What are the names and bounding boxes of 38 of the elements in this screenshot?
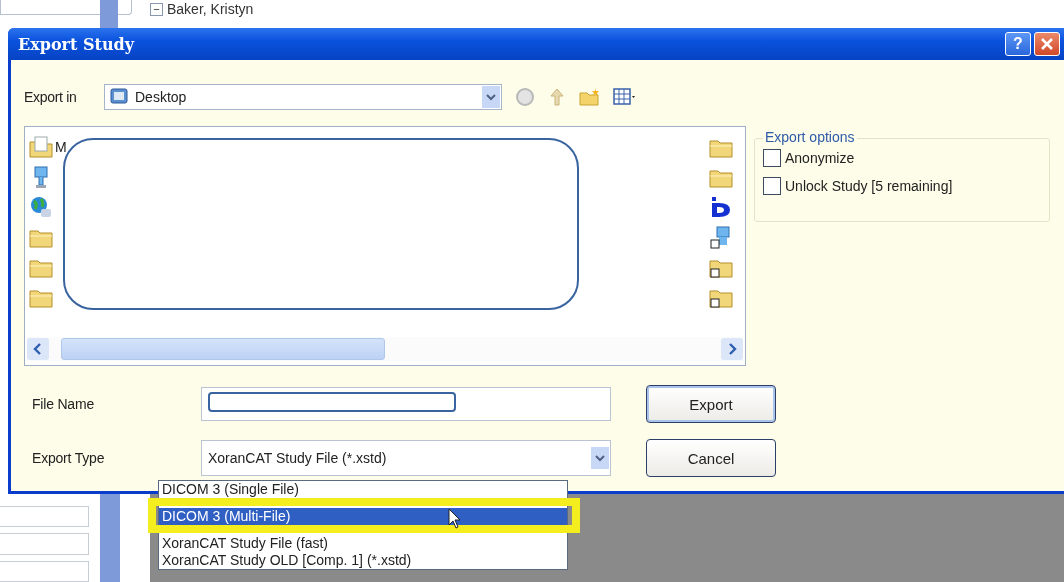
location-dropdown[interactable]: Desktop <box>104 84 502 110</box>
view-menu-icon[interactable] <box>612 86 638 108</box>
documents-folder-icon[interactable] <box>29 135 53 159</box>
export-type-dropdown[interactable]: XoranCAT Study File (*.xstd) <box>201 440 611 476</box>
cancel-button[interactable]: Cancel <box>646 439 776 477</box>
dropdown-option[interactable]: DICOM 3 (Multi-File) <box>159 508 567 525</box>
scroll-left-icon[interactable] <box>27 338 49 360</box>
close-button[interactable] <box>1034 32 1060 56</box>
computer-shortcut-icon[interactable] <box>709 225 733 249</box>
back-icon[interactable] <box>514 86 536 108</box>
dropdown-option[interactable]: DICOM 3 (Single File) <box>159 481 567 498</box>
scrollbar-thumb[interactable] <box>61 338 385 360</box>
checkbox[interactable] <box>763 177 781 195</box>
export-type-value: XoranCAT Study File (*.xstd) <box>208 450 388 466</box>
close-icon <box>1040 37 1054 51</box>
desktop-icon <box>109 87 129 107</box>
file-name-label: File Name <box>32 396 95 412</box>
collapse-toggle[interactable]: − <box>150 2 163 16</box>
tree-item-label[interactable]: Baker, Kristyn <box>167 0 254 18</box>
group-title: Export options <box>763 129 857 145</box>
checkbox-label[interactable]: Unlock Study [5 remaining] <box>785 178 953 194</box>
location-value: Desktop <box>135 89 188 105</box>
file-name[interactable]: M <box>55 139 67 155</box>
horizontal-scrollbar[interactable] <box>27 337 743 361</box>
logo-icon[interactable] <box>709 195 733 219</box>
dropdown-option[interactable]: XoranCAT Study File (fast) <box>159 535 567 552</box>
file-name-field[interactable] <box>201 387 611 421</box>
window-title: Export Study <box>18 34 135 54</box>
checkbox[interactable] <box>763 149 781 167</box>
export-in-label: Export in <box>24 89 78 105</box>
scroll-right-icon[interactable] <box>721 338 743 360</box>
export-type-label: Export Type <box>32 450 106 466</box>
file-list[interactable]: M <box>24 126 746 366</box>
side-bar <box>100 0 118 30</box>
export-button[interactable]: Export <box>646 385 776 423</box>
globe-icon[interactable] <box>29 195 53 219</box>
checkbox-label[interactable]: Anonymize <box>785 150 855 166</box>
dropdown-option[interactable]: XoranCAT Study OLD [Comp. 1] (*.xstd) <box>159 552 567 569</box>
